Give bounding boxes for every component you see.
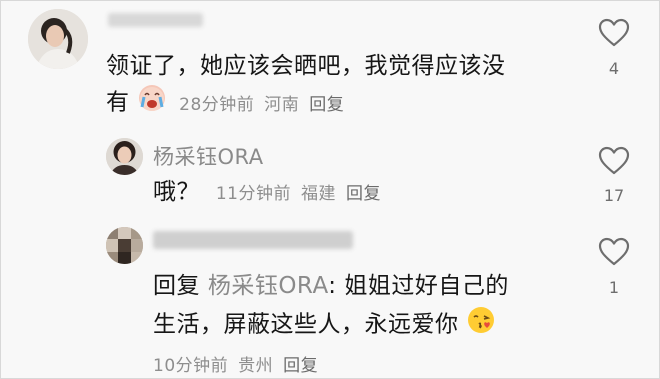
commenter-avatar[interactable] [28,9,88,69]
reply-button[interactable]: 回复 [309,95,344,115]
blurred-username [153,231,353,249]
reply-target-username[interactable]: 杨采钰ORA [208,273,328,299]
reply-button[interactable]: 回复 [283,356,318,376]
heart-icon[interactable] [598,18,630,48]
like-count: 1 [608,278,620,297]
comment-text: 回复 杨采钰ORA: 姐姐过好自己的 [153,273,509,299]
comment-time: 11分钟前 [215,184,291,204]
comment-text: 哦？ 11分钟前 福建 回复 [153,179,381,205]
comment-time: 28分钟前 [179,94,255,115]
like-count: 4 [608,59,620,78]
comment-meta: 10分钟前 贵州 回复 [153,351,328,376]
heart-icon[interactable] [598,146,630,176]
comment-text-line2: 有 28分钟前 河南 回复 [106,83,354,123]
comment-location: 河南 [264,94,300,115]
reply-button[interactable]: 回复 [346,184,381,204]
comment-location: 福建 [300,184,336,204]
blurred-username [108,13,203,27]
comment-text-line2: 生活，屏蔽这些人，永远爱你 [153,305,496,345]
like-count: 17 [603,186,625,205]
crying-face-icon [137,83,167,123]
comment-location: 贵州 [238,356,274,376]
comment-time: 10分钟前 [153,356,229,376]
kiss-face-icon [466,305,496,345]
commenter-avatar[interactable] [106,138,143,175]
commenter-avatar[interactable] [106,227,143,264]
heart-icon[interactable] [598,237,630,267]
comment-text: 领证了，她应该会晒吧，我觉得应该没 [106,53,506,79]
username[interactable]: 杨采钰ORA [153,141,264,171]
